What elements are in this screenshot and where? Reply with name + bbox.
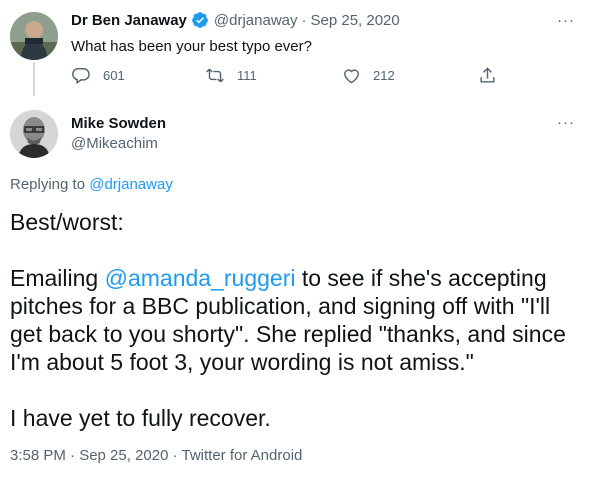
reply-timestamp[interactable]: 3:58 PM · Sep 25, 2020 · Twitter for And… — [10, 447, 302, 464]
reply-more-options-button[interactable]: ··· — [557, 114, 575, 131]
reply-line-3: I have yet to fully recover. — [10, 405, 271, 431]
reply-tweet-body: Best/worst: Emailing @amanda_ruggeri to … — [10, 208, 580, 432]
replying-to-prefix: Replying to — [10, 176, 86, 193]
separator: · — [301, 11, 307, 29]
reply-button[interactable]: 601 — [72, 66, 125, 85]
share-button[interactable] — [478, 66, 509, 85]
retweet-icon — [206, 68, 224, 83]
like-count: 212 — [373, 68, 395, 83]
parent-header: Dr Ben Janaway @drjanaway · Sep 25, 2020 — [71, 11, 400, 29]
tweet-date[interactable]: Sep 25, 2020 — [311, 12, 400, 29]
retweet-count: 111 — [237, 68, 257, 83]
like-button[interactable]: 212 — [342, 66, 395, 85]
verified-badge-icon — [191, 11, 209, 29]
author-name[interactable]: Dr Ben Janaway — [71, 12, 187, 29]
reply-author-handle[interactable]: @Mikeachim — [71, 135, 158, 152]
avatar-mike-sowden[interactable] — [10, 110, 58, 158]
mention-link[interactable]: @amanda_ruggeri — [105, 265, 296, 291]
reply-paragraph-2: Emailing @amanda_ruggeri to see if she's… — [10, 265, 566, 375]
share-icon — [480, 67, 495, 83]
replying-to-handle-link[interactable]: @drjanaway — [89, 176, 173, 193]
thread-connector — [33, 62, 35, 96]
author-handle[interactable]: @drjanaway — [214, 12, 298, 29]
like-icon — [344, 69, 359, 84]
retweet-button[interactable]: 111 — [205, 66, 257, 85]
avatar-ben-janaway[interactable] — [10, 12, 58, 60]
reply-icon — [72, 67, 90, 84]
more-options-button[interactable]: ··· — [557, 12, 575, 29]
reply-author-name[interactable]: Mike Sowden — [71, 115, 166, 132]
reply-line-1: Best/worst: — [10, 209, 124, 235]
reply-count: 601 — [103, 68, 125, 83]
parent-tweet-text: What has been your best typo ever? — [71, 38, 312, 55]
replying-to: Replying to @drjanaway — [10, 176, 173, 193]
